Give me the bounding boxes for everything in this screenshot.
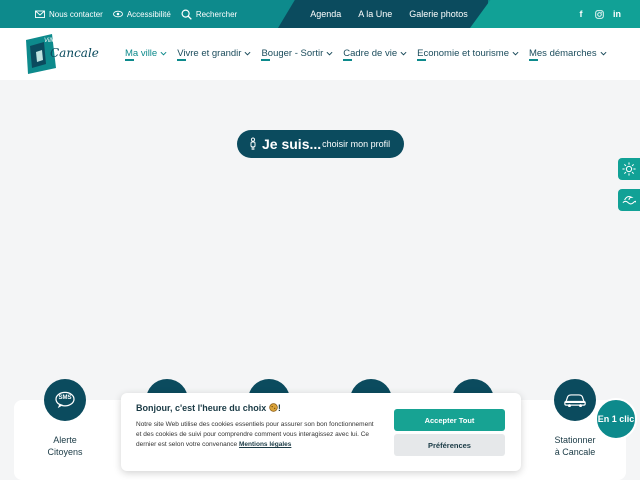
nav-label-ma-ville: Ma ville bbox=[125, 47, 158, 59]
logo-line2: Cancale bbox=[50, 46, 99, 60]
nav-label-economie: Economie et tourisme bbox=[417, 47, 509, 59]
stationner-circle[interactable] bbox=[554, 379, 596, 421]
tide-tab[interactable] bbox=[618, 189, 640, 211]
nav-economie-tourisme[interactable]: Economie et tourisme bbox=[417, 48, 519, 61]
contact-link[interactable]: Nous contacter bbox=[35, 9, 103, 19]
person-icon bbox=[250, 137, 256, 150]
instagram-icon[interactable] bbox=[594, 8, 604, 20]
social-area: f in bbox=[470, 0, 640, 28]
chevron-down-icon bbox=[400, 51, 407, 56]
weather-tab[interactable] bbox=[618, 158, 640, 180]
stationner-label[interactable]: Stationner à Cancale bbox=[544, 434, 606, 458]
mentions-legales-link[interactable]: Mentions légales bbox=[239, 441, 291, 448]
alerte-citoyens-circle[interactable]: SMS bbox=[44, 379, 86, 421]
cookie-title: Bonjour, c'est l'heure du choix ! bbox=[136, 403, 281, 413]
eye-icon bbox=[112, 10, 123, 18]
nav-label-demarches: Mes démarches bbox=[528, 47, 597, 59]
sms-text: SMS bbox=[58, 395, 72, 401]
site-logo[interactable]: Ville de Cancale bbox=[22, 32, 99, 76]
preferences-button[interactable]: Préférences bbox=[394, 434, 505, 456]
en-1-clic-button[interactable]: En 1 clic bbox=[595, 398, 637, 440]
contact-label: Nous contacter bbox=[49, 9, 103, 19]
top-bar: Nous contacter Accessibilité Rechercher … bbox=[0, 0, 640, 28]
alerte-citoyens-label[interactable]: Alerte Citoyens bbox=[34, 434, 96, 458]
nav-vivre-et-grandir[interactable]: Vivre et grandir bbox=[177, 48, 251, 61]
chevron-down-icon bbox=[160, 51, 167, 56]
main-nav: Ma ville Vivre et grandir Bouger - Sorti… bbox=[125, 28, 607, 80]
main-header: Ville de Cancale Ma ville Vivre et grand… bbox=[0, 28, 640, 80]
chevron-down-icon bbox=[244, 51, 251, 56]
chevron-down-icon bbox=[326, 51, 333, 56]
nav-ma-ville[interactable]: Ma ville bbox=[125, 48, 167, 61]
nav-cadre-de-vie[interactable]: Cadre de vie bbox=[343, 48, 407, 61]
utility-links: Nous contacter Accessibilité Rechercher bbox=[0, 0, 300, 28]
facebook-icon[interactable]: f bbox=[576, 8, 586, 20]
nav-mes-demarches[interactable]: Mes démarches bbox=[528, 47, 607, 61]
cookie-text: Notre site Web utilise des cookies essen… bbox=[136, 421, 374, 448]
profile-selector-button[interactable]: Je suis... choisir mon profil bbox=[237, 130, 404, 158]
logo-line1: Ville de bbox=[44, 38, 64, 44]
accessibility-label: Accessibilité bbox=[126, 9, 171, 19]
accessibility-link[interactable]: Accessibilité bbox=[112, 9, 171, 19]
nav-label-cadre: Cadre de vie bbox=[343, 47, 398, 59]
profile-small-label: choisir mon profil bbox=[322, 139, 391, 149]
search-link[interactable]: Rechercher bbox=[181, 8, 238, 20]
wave-icon bbox=[622, 195, 636, 205]
nav-label-bouger: Bouger - Sortir bbox=[261, 47, 324, 59]
search-icon bbox=[181, 8, 192, 20]
accept-all-button[interactable]: Accepter Tout bbox=[394, 409, 505, 431]
chevron-down-icon bbox=[512, 51, 519, 56]
a-la-une-link[interactable]: A la Une bbox=[358, 9, 392, 19]
linkedin-icon[interactable]: in bbox=[612, 8, 622, 20]
nav-bouger-sortir[interactable]: Bouger - Sortir bbox=[261, 48, 333, 61]
galerie-photos-link[interactable]: Galerie photos bbox=[409, 9, 468, 19]
profile-big-label: Je suis... bbox=[262, 136, 322, 152]
cookie-icon bbox=[269, 403, 278, 412]
chevron-down-icon bbox=[600, 51, 607, 56]
nav-label-vivre: Vivre et grandir bbox=[177, 47, 242, 59]
quick-links: Agenda A la Une Galerie photos bbox=[278, 0, 488, 28]
mail-icon bbox=[35, 10, 45, 18]
car-icon bbox=[564, 393, 586, 407]
cookie-banner: Bonjour, c'est l'heure du choix ! Notre … bbox=[121, 393, 521, 471]
search-label: Rechercher bbox=[195, 9, 238, 19]
agenda-link[interactable]: Agenda bbox=[310, 9, 341, 19]
sun-icon bbox=[622, 162, 636, 176]
